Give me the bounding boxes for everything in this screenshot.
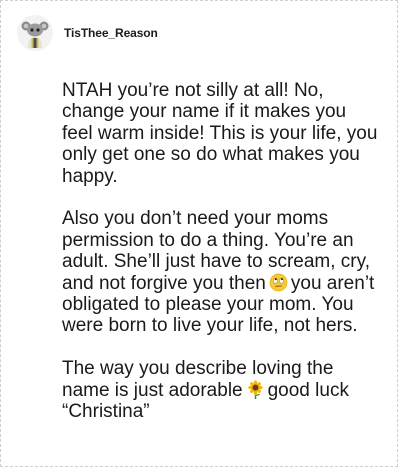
comment-paragraph-1: NTAH you’re not silly at all! No, change… — [62, 80, 378, 187]
eye-roll-emoji-icon — [269, 273, 288, 291]
comment-header: TisThee_Reason — [17, 15, 158, 51]
reddit-snoo-avatar-icon[interactable] — [17, 15, 53, 51]
sunflower-emoji-icon — [247, 380, 263, 399]
comment-body: NTAH you’re not silly at all! No, change… — [62, 80, 380, 444]
comment-paragraph-2: Also you don’t need your moms permission… — [62, 208, 380, 336]
comment-card: TisThee_Reason NTAH you’re not silly at … — [0, 0, 398, 467]
comment-paragraph-3: The way you describe loving the name is … — [62, 358, 380, 422]
comment-username[interactable]: TisThee_Reason — [64, 26, 158, 40]
